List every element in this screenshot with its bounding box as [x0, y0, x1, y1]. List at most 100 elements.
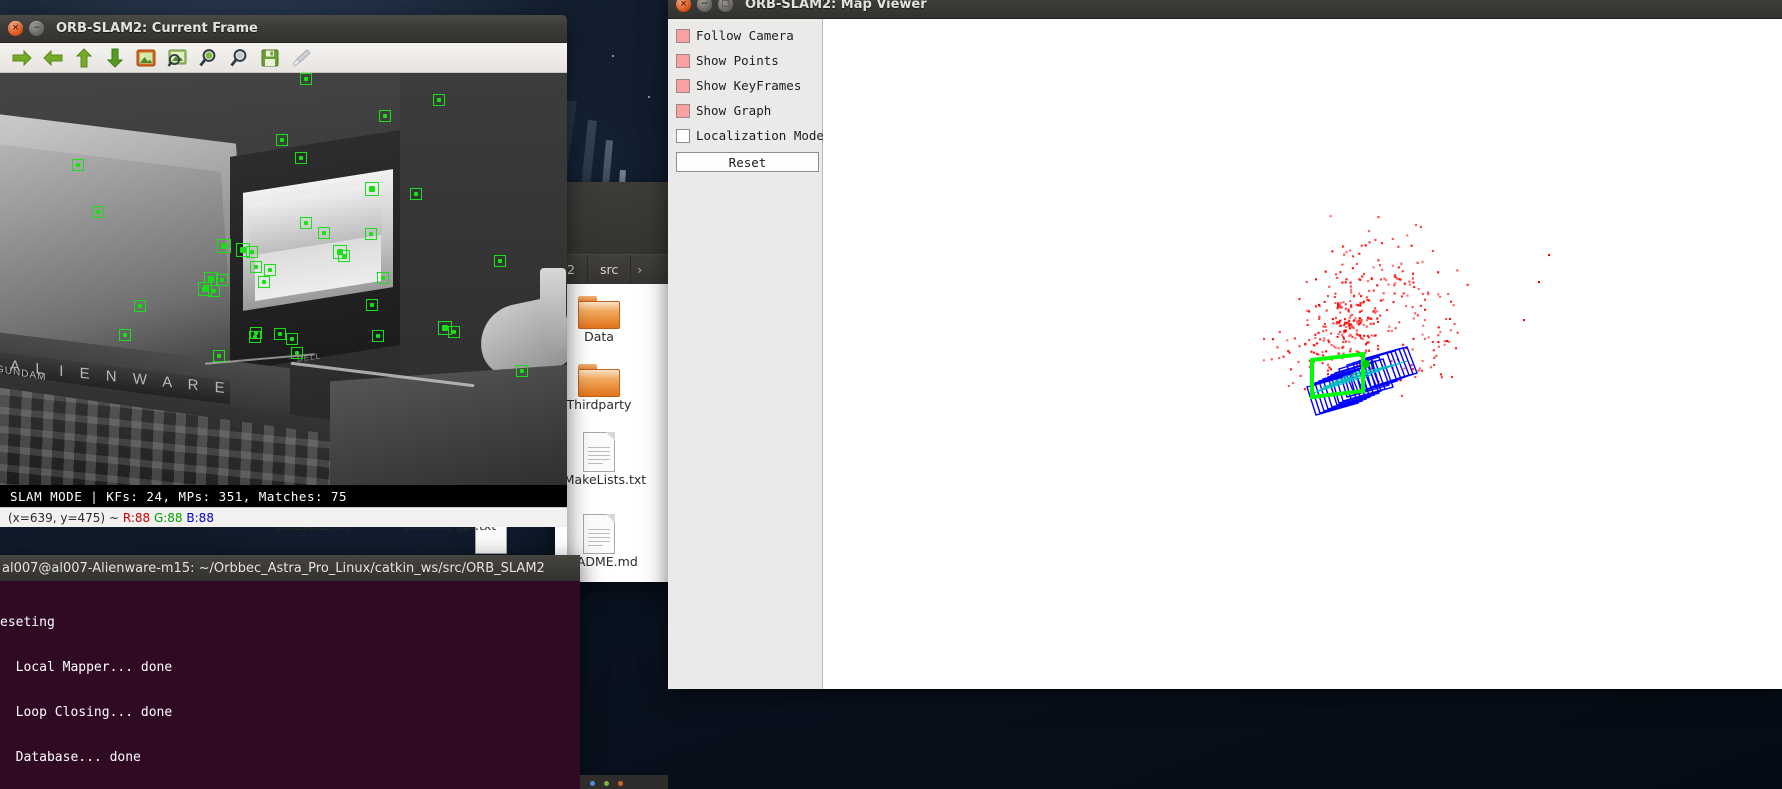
- map-point: [1326, 369, 1329, 372]
- map-point: [1352, 295, 1355, 298]
- map-viewer-controls-panel[interactable]: Follow Camera Show Points Show KeyFrames…: [668, 19, 824, 689]
- zoom-out-icon[interactable]: [225, 45, 253, 71]
- map-point: [1376, 317, 1379, 320]
- zoom-in-icon[interactable]: [194, 45, 222, 71]
- map-viewer-titlebar[interactable]: × − □ ORB-SLAM2: Map Viewer: [668, 0, 1782, 19]
- map-point: [1414, 376, 1417, 379]
- map-point: [1341, 281, 1344, 284]
- wallpaper-star: [648, 96, 650, 98]
- checkbox-show-points[interactable]: Show Points: [676, 52, 816, 69]
- orb-feature-box: [379, 110, 391, 122]
- map-point: [1456, 269, 1459, 272]
- map-point: [1419, 367, 1422, 370]
- current-frame-titlebar[interactable]: × − ORB-SLAM2: Current Frame: [0, 15, 567, 43]
- image-icon[interactable]: [132, 45, 160, 71]
- list-item[interactable]: CMakeLists.txt: [555, 432, 646, 487]
- map-point: [1377, 216, 1380, 219]
- map-point: [1298, 345, 1301, 348]
- map-point: [1349, 281, 1352, 284]
- slam-status-bar: SLAM MODE | KFs: 24, MPs: 351, Matches: …: [0, 485, 567, 507]
- wallpaper-star: [612, 55, 614, 57]
- map-point: [1379, 264, 1382, 267]
- map-point: [1455, 347, 1458, 350]
- map-point: [1343, 253, 1346, 256]
- map-point: [1332, 322, 1335, 325]
- map-point: [1372, 322, 1375, 325]
- map-point: [1372, 266, 1375, 269]
- map-point: [1408, 280, 1411, 283]
- checkbox-box[interactable]: [676, 103, 690, 118]
- checkbox-localization-mode[interactable]: Localization Mode: [676, 127, 824, 144]
- map-point: [1419, 304, 1422, 307]
- list-item[interactable]: Thirdparty: [555, 364, 643, 412]
- checkbox-box[interactable]: [676, 78, 690, 93]
- back-arrow-icon[interactable]: [8, 45, 36, 71]
- map-point: [1345, 278, 1348, 281]
- checkbox-box[interactable]: [676, 28, 690, 43]
- map-point: [1368, 349, 1371, 352]
- image-search-icon[interactable]: [163, 45, 191, 71]
- map-point: [1323, 337, 1326, 340]
- map-point: [1355, 332, 1358, 335]
- map-point: [1325, 309, 1328, 312]
- checkbox-box[interactable]: [676, 128, 690, 143]
- list-item[interactable]: Data: [555, 296, 643, 344]
- checkbox-box[interactable]: [676, 53, 690, 68]
- minimize-icon[interactable]: −: [29, 21, 44, 36]
- map-point: [1324, 270, 1327, 273]
- close-icon[interactable]: ×: [8, 21, 23, 36]
- map-point: [1408, 283, 1411, 286]
- map-point: [1432, 249, 1435, 252]
- map-point: [1342, 335, 1345, 338]
- map-point: [1358, 310, 1361, 313]
- maximize-icon[interactable]: □: [718, 0, 733, 12]
- map-point: [1286, 339, 1289, 342]
- save-icon[interactable]: [256, 45, 284, 71]
- close-icon[interactable]: ×: [676, 0, 691, 12]
- map-viewer-body: Follow Camera Show Points Show KeyFrames…: [668, 19, 1782, 689]
- map-point: [1397, 266, 1400, 269]
- map-point: [1342, 301, 1345, 304]
- checkbox-show-keyframes[interactable]: Show KeyFrames: [676, 77, 816, 94]
- reset-button[interactable]: Reset: [676, 152, 819, 172]
- map-point: [1345, 251, 1348, 254]
- minimize-icon[interactable]: −: [697, 0, 712, 12]
- map-point: [1414, 312, 1417, 315]
- checkbox-follow-camera[interactable]: Follow Camera: [676, 27, 816, 44]
- clear-brush-icon[interactable]: [287, 45, 315, 71]
- map-point: [1406, 294, 1409, 297]
- map-point: [1381, 268, 1384, 271]
- map-point: [1342, 337, 1345, 340]
- forward-arrow-icon[interactable]: [39, 45, 67, 71]
- down-arrow-icon[interactable]: [101, 45, 129, 71]
- taskbar-indicator-icon: [618, 781, 623, 786]
- map-point: [1328, 366, 1331, 369]
- map-point: [1315, 278, 1318, 281]
- map-point: [1433, 356, 1436, 359]
- map-point: [1437, 334, 1440, 337]
- up-arrow-icon[interactable]: [70, 45, 98, 71]
- terminal-titlebar[interactable]: al007@al007-Alienware-m15: ~/Orbbec_Astr…: [0, 555, 580, 581]
- taskbar-sliver[interactable]: [580, 775, 668, 789]
- terminal-output[interactable]: eseting Local Mapper... done Loop Closin…: [0, 581, 580, 789]
- map-point: [1299, 374, 1302, 377]
- map-viewport[interactable]: [823, 19, 1782, 689]
- map-point: [1358, 252, 1361, 255]
- map-point: [1399, 278, 1402, 281]
- frame-toolbar[interactable]: [0, 43, 567, 73]
- map-point: [1420, 369, 1423, 372]
- map-viewer-window[interactable]: × − □ ORB-SLAM2: Map Viewer Follow Camer…: [668, 0, 1782, 689]
- map-point: [1403, 367, 1406, 370]
- map-point: [1356, 322, 1359, 325]
- map-point: [1417, 369, 1420, 372]
- map-point: [1433, 363, 1436, 366]
- camera-frame-view[interactable]: A L I E N W A R E DELL GUNDAM SLAM MODE …: [0, 73, 567, 507]
- terminal-window[interactable]: al007@al007-Alienware-m15: ~/Orbbec_Astr…: [0, 555, 580, 789]
- checkbox-show-graph[interactable]: Show Graph: [676, 102, 816, 119]
- map-point: [1376, 320, 1379, 323]
- orb-feature-box: [516, 365, 528, 377]
- current-frame-window[interactable]: × − ORB-SLAM2: Current Frame A L I E N W…: [0, 15, 567, 575]
- breadcrumb-item-1[interactable]: src: [588, 254, 632, 285]
- breadcrumb-chevron-icon: ›: [637, 262, 643, 277]
- orb-feature-box: [300, 217, 312, 229]
